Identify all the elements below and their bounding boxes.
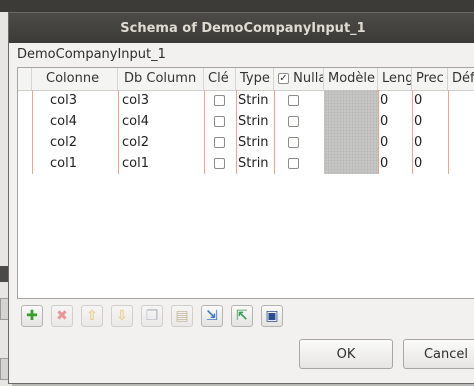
table-row[interactable]: col2 col2 Strin 0 0 [18, 132, 474, 153]
column-header-key[interactable]: Clé [204, 68, 236, 90]
table-header: Colonne Db Column Clé Type ✓ Nulla Modèl… [18, 68, 474, 91]
move-up-icon: ⇧ [86, 308, 98, 324]
schema-dialog: Schema of DemoCompanyInput_1 DemoCompany… [8, 12, 474, 384]
export-button[interactable]: ⇱ [231, 305, 253, 327]
move-down-icon: ⇩ [116, 308, 128, 324]
move-up-button[interactable]: ⇧ [81, 305, 103, 327]
cell-db-column[interactable]: col4 [118, 111, 204, 132]
cell-key[interactable] [204, 90, 236, 111]
column-header-type[interactable]: Type [236, 68, 274, 90]
cell-colonne[interactable]: col1 [32, 153, 118, 174]
column-header-precision[interactable]: Prec [412, 68, 448, 90]
row-header-corner [18, 68, 32, 90]
cell-nullable[interactable] [274, 90, 324, 111]
cell-colonne[interactable]: col2 [32, 132, 118, 153]
cell-colonne[interactable]: col3 [32, 90, 118, 111]
cell-key[interactable] [204, 153, 236, 174]
column-header-db-column[interactable]: Db Column [118, 68, 204, 90]
cell-precision[interactable]: 0 [412, 132, 448, 153]
key-checkbox[interactable] [214, 137, 225, 148]
copy-button[interactable]: ❐ [141, 305, 163, 327]
schema-table: Colonne Db Column Clé Type ✓ Nulla Modèl… [17, 67, 474, 299]
column-header-colonne[interactable]: Colonne [32, 68, 118, 90]
cell-length[interactable]: 0 [378, 90, 412, 111]
add-icon: ✚ [26, 308, 38, 324]
cell-length[interactable]: 0 [378, 111, 412, 132]
column-header-pattern[interactable]: Modèle [324, 68, 378, 90]
table-row[interactable]: col4 col4 Strin 0 0 [18, 111, 474, 132]
nullable-checkbox[interactable] [288, 137, 299, 148]
cell-db-column[interactable]: col3 [118, 90, 204, 111]
schema-name-label: DemoCompanyInput_1 [17, 47, 166, 62]
add-button[interactable]: ✚ [21, 305, 43, 327]
cancel-button[interactable]: Cancel [403, 339, 474, 369]
import-icon: ⇲ [206, 308, 218, 324]
cell-type[interactable]: Strin [236, 90, 274, 111]
column-header-default[interactable]: Déf [448, 68, 474, 90]
cell-type[interactable]: Strin [236, 132, 274, 153]
cell-precision[interactable]: 0 [412, 153, 448, 174]
column-header-nullable-label: Nulla [293, 71, 324, 86]
save-button[interactable]: ▣ [261, 305, 283, 327]
import-button[interactable]: ⇲ [201, 305, 223, 327]
table-row[interactable]: col1 col1 Strin 0 0 [18, 153, 474, 174]
paste-icon: ▤ [175, 308, 189, 324]
background-titlebar [0, 0, 474, 12]
table-row[interactable]: col3 col3 Strin 0 0 [18, 90, 474, 111]
remove-icon: ✖ [56, 308, 68, 324]
cell-type[interactable]: Strin [236, 111, 274, 132]
cell-nullable[interactable] [274, 153, 324, 174]
cell-length[interactable]: 0 [378, 132, 412, 153]
cell-type[interactable]: Strin [236, 153, 274, 174]
cell-colonne[interactable]: col4 [32, 111, 118, 132]
cell-key[interactable] [204, 111, 236, 132]
column-header-length[interactable]: Leng [378, 68, 412, 90]
cell-nullable[interactable] [274, 132, 324, 153]
key-checkbox[interactable] [214, 95, 225, 106]
nullable-checkbox[interactable] [288, 158, 299, 169]
save-icon: ▣ [265, 308, 279, 324]
dialog-title: Schema of DemoCompanyInput_1 [9, 13, 474, 43]
column-header-nullable[interactable]: ✓ Nulla [274, 68, 324, 90]
paste-button[interactable]: ▤ [171, 305, 193, 327]
key-checkbox[interactable] [214, 116, 225, 127]
copy-icon: ❐ [145, 308, 159, 324]
cell-precision[interactable]: 0 [412, 111, 448, 132]
cell-nullable[interactable] [274, 111, 324, 132]
remove-button[interactable]: ✖ [51, 305, 73, 327]
nullable-checkbox[interactable] [288, 95, 299, 106]
cell-db-column[interactable]: col2 [118, 132, 204, 153]
cell-precision[interactable]: 0 [412, 90, 448, 111]
cell-key[interactable] [204, 132, 236, 153]
key-checkbox[interactable] [214, 158, 225, 169]
export-icon: ⇱ [236, 308, 248, 324]
nullable-header-checkbox[interactable]: ✓ [278, 73, 289, 84]
cell-db-column[interactable]: col1 [118, 153, 204, 174]
ok-button[interactable]: OK [299, 339, 393, 369]
move-down-button[interactable]: ⇩ [111, 305, 133, 327]
cell-length[interactable]: 0 [378, 153, 412, 174]
nullable-checkbox[interactable] [288, 116, 299, 127]
